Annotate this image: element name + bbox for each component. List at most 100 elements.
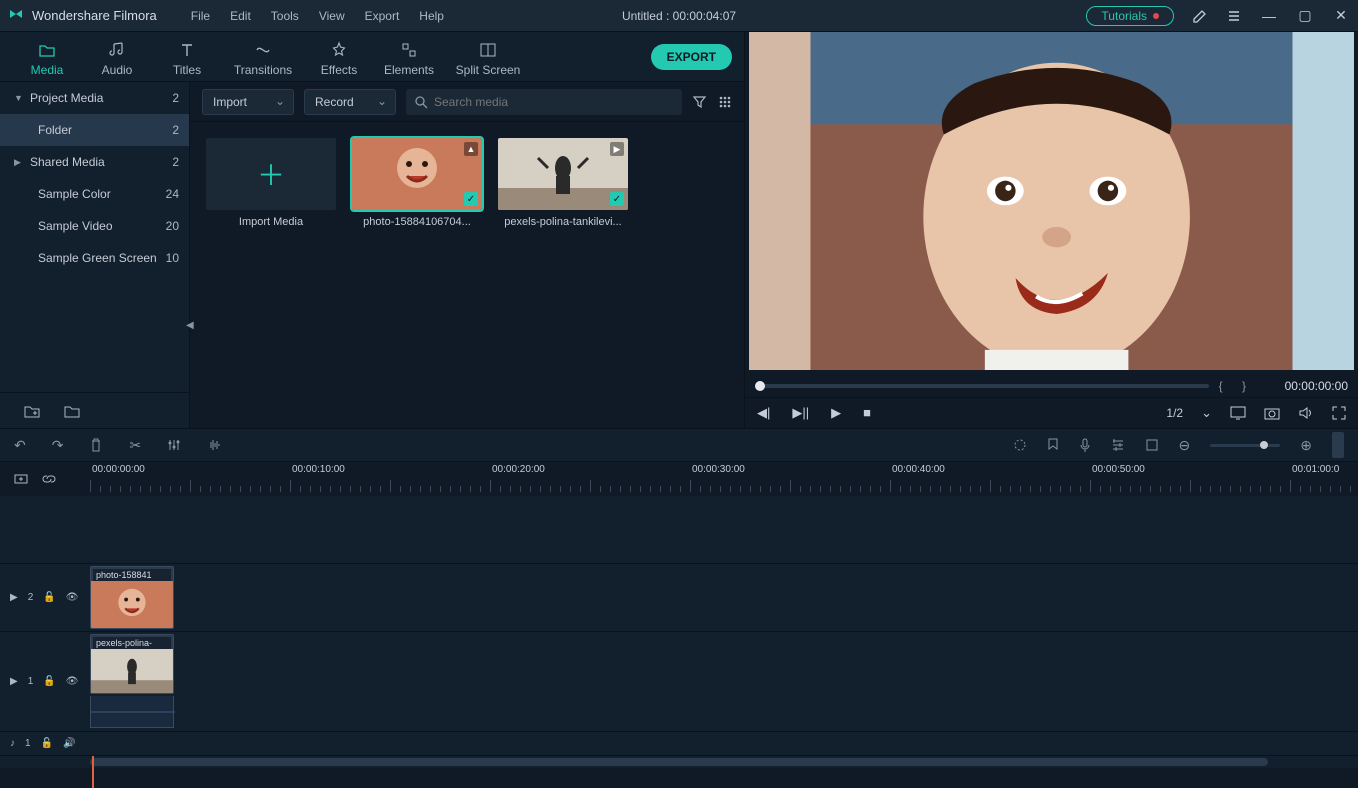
timeline-clip-2-audio[interactable] [90, 696, 174, 728]
menu-file[interactable]: File [191, 9, 210, 23]
add-folder-icon[interactable] [24, 404, 40, 418]
lock-icon[interactable]: 🔓 [43, 592, 55, 603]
timeline-clip-1[interactable]: photo-158841 [90, 566, 174, 629]
mixer-icon[interactable] [1111, 438, 1125, 452]
tutorials-button[interactable]: Tutorials [1086, 6, 1174, 26]
collapse-caret-icon[interactable]: ◀ [186, 320, 194, 331]
clip-thumb-1 [91, 581, 173, 629]
track-head-1: ▶1 🔓 👁 [0, 632, 90, 731]
crop-icon[interactable] [1145, 438, 1159, 452]
folder-icon [38, 41, 56, 59]
sidebar-item-shared-media[interactable]: ▶Shared Media2 [0, 146, 189, 178]
redo-icon[interactable]: ↷ [52, 437, 64, 454]
tab-audio[interactable]: Audio [82, 37, 152, 77]
media-tile-1[interactable]: ▲ ✓ photo-15884106704... [352, 138, 482, 228]
timeline-ruler[interactable]: 00:00:00:00 00:00:10:00 00:00:20:00 00:0… [0, 462, 1358, 496]
check-icon: ✓ [610, 192, 624, 206]
video-track-icon: ▶ [10, 592, 18, 603]
tab-elements[interactable]: Elements [374, 37, 444, 77]
grid-view-icon[interactable] [717, 94, 732, 109]
export-button[interactable]: EXPORT [651, 44, 732, 70]
import-dropdown[interactable]: Import [202, 89, 294, 115]
ruler-mark: 00:00:00:00 [92, 464, 145, 475]
play-pause-icon[interactable]: ▶|| [792, 405, 809, 421]
record-dropdown[interactable]: Record [304, 89, 396, 115]
menu-edit[interactable]: Edit [230, 9, 251, 23]
import-media-tile[interactable]: ＋ Import Media [206, 138, 336, 228]
maximize-button[interactable]: ▢ [1296, 7, 1314, 24]
page-indicator: 1/2 [1166, 406, 1183, 420]
prev-frame-icon[interactable]: ◀| [757, 405, 770, 421]
tab-titles[interactable]: Titles [152, 37, 222, 77]
eye-icon[interactable]: 👁 [66, 676, 79, 687]
elements-icon [400, 41, 418, 59]
adjustments-icon[interactable] [167, 438, 181, 452]
zoom-in-icon[interactable]: ⊕ [1300, 437, 1312, 454]
timeline-clip-2[interactable]: pexels-polina- [90, 634, 174, 694]
undo-icon[interactable]: ↶ [14, 437, 26, 454]
filter-icon[interactable] [692, 94, 707, 109]
display-icon[interactable] [1230, 406, 1246, 420]
tab-transitions[interactable]: Transitions [222, 37, 304, 77]
marker-icon[interactable] [1047, 438, 1059, 452]
lock-icon[interactable]: 🔓 [43, 676, 55, 687]
tab-split-screen[interactable]: Split Screen [444, 37, 532, 77]
video-track-2[interactable]: ▶2 🔓 👁 photo-158841 [0, 564, 1358, 632]
ruler-mark: 00:00:30:00 [692, 464, 745, 475]
audio-track-1[interactable]: ♪1 🔓 🔊 [0, 732, 1358, 756]
fullscreen-icon[interactable] [1332, 406, 1346, 420]
zoom-fit-button[interactable] [1332, 432, 1344, 458]
trim-braces[interactable]: { } [1219, 379, 1254, 393]
edit-icon[interactable] [1192, 8, 1208, 24]
zoom-handle[interactable] [1260, 441, 1268, 449]
sidebar-item-sample-color[interactable]: Sample Color24 [0, 178, 189, 210]
sidebar-item-folder[interactable]: Folder2 [0, 114, 189, 146]
page-dropdown-icon[interactable]: ⌄ [1201, 405, 1212, 421]
timeline-h-scrollbar[interactable] [0, 756, 1358, 768]
scrub-handle[interactable] [755, 381, 765, 391]
play-icon[interactable]: ▶ [831, 405, 841, 421]
audio-tools-icon[interactable] [207, 438, 223, 452]
tab-effects[interactable]: Effects [304, 37, 374, 77]
media-tile-2[interactable]: ▶ ✓ pexels-polina-tankilevi... [498, 138, 628, 228]
menu-tools[interactable]: Tools [271, 9, 299, 23]
media-toolbar: Import Record [190, 82, 744, 122]
speaker-icon[interactable]: 🔊 [63, 738, 75, 749]
preview-controls: ◀| ▶|| ▶ ■ 1/2 ⌄ [745, 397, 1358, 428]
sidebar-item-sample-video[interactable]: Sample Video20 [0, 210, 189, 242]
menu-help[interactable]: Help [419, 9, 444, 23]
menu-export[interactable]: Export [365, 9, 400, 23]
music-icon [108, 41, 126, 59]
close-button[interactable]: ✕ [1332, 7, 1350, 24]
preview-canvas[interactable] [749, 32, 1354, 370]
folder-icon-small[interactable] [64, 404, 80, 418]
tab-media[interactable]: Media [12, 37, 82, 77]
search-input[interactable] [434, 95, 674, 109]
timeline-panel: 00:00:00:00 00:00:10:00 00:00:20:00 00:0… [0, 462, 1358, 788]
menu-view[interactable]: View [319, 9, 345, 23]
sidebar-item-project-media[interactable]: ▼Project Media2 [0, 82, 189, 114]
volume-icon[interactable] [1298, 406, 1314, 420]
media-sidebar: ▼Project Media2 Folder2 ▶Shared Media2 S… [0, 82, 190, 428]
stop-icon[interactable]: ■ [863, 405, 871, 420]
delete-icon[interactable] [89, 438, 103, 452]
clip-thumb-2 [91, 649, 173, 694]
eye-icon[interactable]: 👁 [66, 592, 79, 603]
zoom-out-icon[interactable]: ⊖ [1179, 437, 1191, 454]
split-icon[interactable]: ✂ [129, 437, 141, 454]
voice-icon[interactable] [1079, 438, 1091, 452]
lock-icon[interactable]: 🔓 [41, 738, 53, 749]
minimize-button[interactable]: — [1260, 8, 1278, 24]
add-track-icon[interactable] [14, 472, 28, 486]
video-track-1[interactable]: ▶1 🔓 👁 pexels-polina- [0, 632, 1358, 732]
list-icon[interactable] [1226, 8, 1242, 24]
link-icon[interactable] [42, 472, 56, 486]
scrub-track[interactable] [755, 384, 1209, 388]
render-icon[interactable] [1013, 438, 1027, 452]
snapshot-icon[interactable] [1264, 406, 1280, 420]
zoom-slider[interactable] [1210, 444, 1280, 447]
sidebar-item-sample-green-screen[interactable]: Sample Green Screen10 [0, 242, 189, 274]
preview-panel: { } 00:00:00:00 ◀| ▶|| ▶ ■ 1/2 ⌄ [745, 32, 1358, 428]
track-head-2: ▶2 🔓 👁 [0, 564, 90, 631]
ruler-mark: 00:01:00:0 [1292, 464, 1339, 475]
